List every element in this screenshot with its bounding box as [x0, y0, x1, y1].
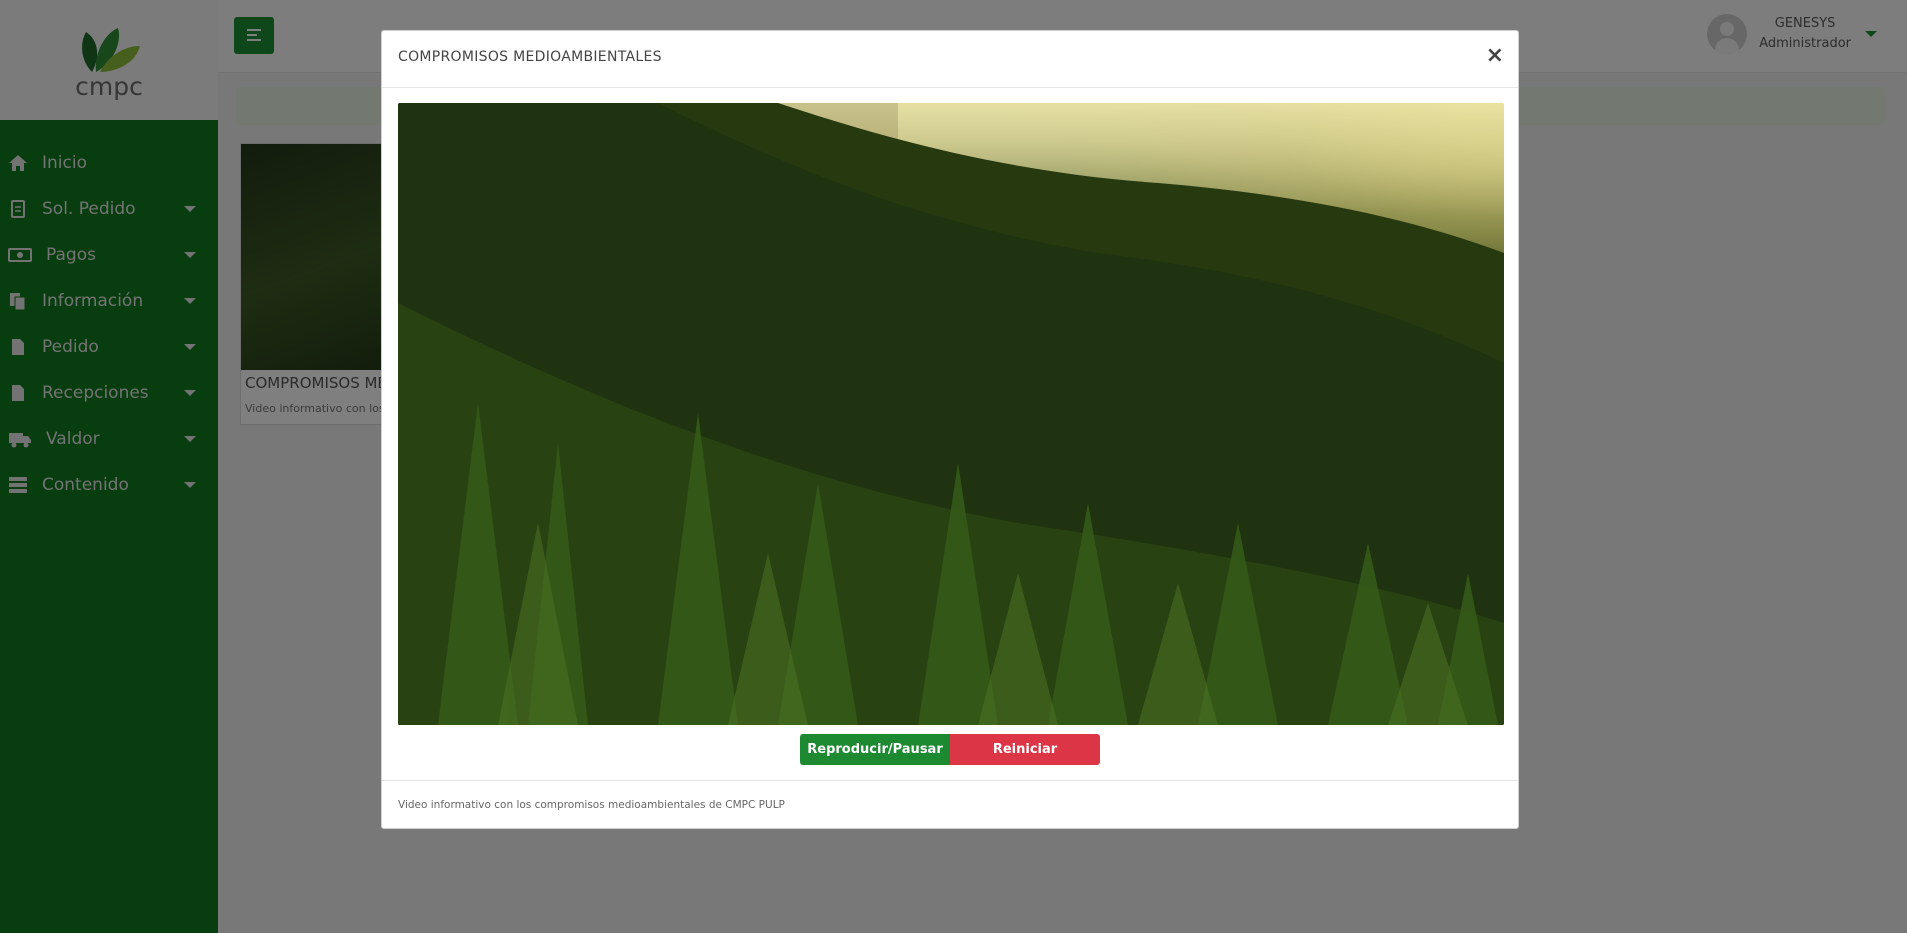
modal-title: COMPROMISOS MEDIOAMBIENTALES	[398, 49, 662, 65]
forest-video-frame	[398, 103, 1504, 725]
video-modal: COMPROMISOS MEDIOAMBIENTALES × Reproduci…	[381, 30, 1519, 829]
video-controls: Reproducir/Pausar Reiniciar	[800, 734, 1100, 765]
close-icon[interactable]: ×	[1486, 43, 1504, 68]
modal-description: Video informativo con los compromisos me…	[398, 799, 785, 811]
restart-button[interactable]: Reiniciar	[950, 734, 1100, 765]
modal-header: COMPROMISOS MEDIOAMBIENTALES ×	[382, 31, 1518, 88]
modal-footer: Video informativo con los compromisos me…	[382, 780, 1518, 829]
video-player[interactable]	[398, 103, 1504, 725]
play-pause-button[interactable]: Reproducir/Pausar	[800, 734, 950, 765]
